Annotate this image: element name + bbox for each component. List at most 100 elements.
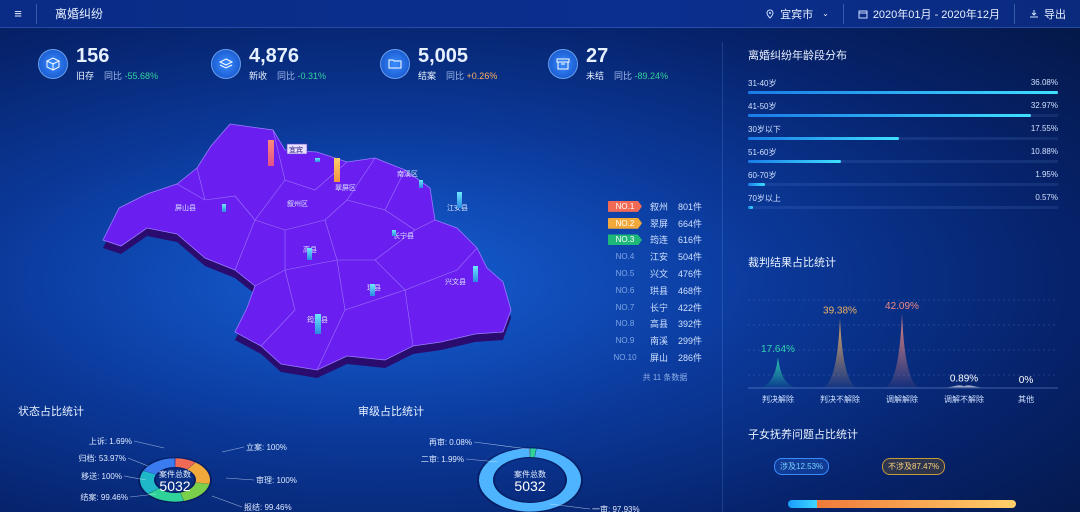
- rank-count: 504件: [678, 252, 703, 263]
- age-percent: 0.57%: [1035, 193, 1058, 202]
- rank-count: 476件: [678, 269, 703, 280]
- donut-segment: [140, 470, 160, 494]
- kpi-label: 未结: [586, 71, 605, 81]
- age-row: 60-70岁 1.95%: [748, 170, 1058, 193]
- map-bar: [392, 230, 396, 236]
- peak-value-label: 17.64%: [761, 344, 795, 355]
- top-bar: ≡ 离婚纠纷 宜宾市 ⌄ 2020年01月 - 2020年12月 导出: [0, 0, 1080, 28]
- age-label: 70岁以上: [748, 194, 781, 203]
- rank-name: 长宁: [650, 302, 669, 313]
- folder-icon: [380, 48, 410, 79]
- child-ratio-bar: [788, 500, 1016, 508]
- status-donut-chart: 案件总数5032上诉: 1.69%归档: 53.97%移送: 100%结案: 9…: [78, 436, 296, 512]
- kpi-compare-label: 同比: [446, 71, 465, 81]
- kpi-compare-value: +0.26%: [466, 71, 498, 81]
- category-label: 调解解除: [886, 394, 918, 404]
- rank-count: 616件: [678, 235, 703, 246]
- age-section-title: 离婚纠纷年龄段分布: [748, 50, 847, 62]
- rank-name: 翠屏: [650, 218, 669, 229]
- map-bar: [307, 248, 312, 260]
- age-bar-fill: [748, 206, 753, 209]
- kpi-compare-value: -55.68%: [124, 71, 159, 81]
- map-bar: [473, 266, 478, 282]
- age-percent: 17.55%: [1030, 124, 1058, 133]
- rank-name: 南溪: [650, 336, 669, 347]
- level-donut-chart: 案件总数5032再审: 0.08%二审: 1.99%一审: 97.93%: [421, 437, 640, 512]
- result-peak: [822, 318, 858, 388]
- leader-line: [127, 457, 149, 467]
- peak-value-label: 42.09%: [885, 301, 919, 312]
- ranking-row: NO.4 江安 504件: [608, 248, 708, 265]
- donut-legend-label: 立案: 100%: [246, 442, 287, 452]
- ranking-row: NO.7 长宁 422件: [608, 299, 708, 316]
- age-row: 30岁以下 17.55%: [748, 124, 1058, 147]
- region-map[interactable]: 屏山县 叙州区 翠屏区 南溪区 江安县 长宁县 高县 珙县 兴文县 筠连县 宜宾: [85, 110, 525, 380]
- map-bar: [370, 284, 375, 296]
- age-row: 31-40岁 36.08%: [748, 78, 1058, 101]
- result-peak: [946, 385, 982, 388]
- involved-bar-segment: [788, 500, 817, 508]
- ranking-row: NO.1 叙州 801件: [608, 198, 708, 215]
- ranking-row: NO.5 兴文 476件: [608, 265, 708, 282]
- rank-name: 江安: [650, 252, 669, 263]
- kpi-compare-value: -0.31%: [297, 71, 327, 81]
- kpi-compare-label: 同比: [277, 71, 296, 81]
- age-label: 31-40岁: [748, 79, 777, 88]
- ranking-row: NO.9 南溪 299件: [608, 332, 708, 349]
- involved-pill: 涉及12.53%: [774, 458, 830, 475]
- age-bar-track: [748, 183, 1058, 186]
- peak-value-label: 39.38%: [823, 306, 857, 317]
- calendar-icon: [858, 10, 868, 18]
- date-range-value: 2020年01月 - 2020年12月: [872, 8, 1000, 21]
- age-row: 41-50岁 32.97%: [748, 101, 1058, 124]
- kpi-compare-label: 同比: [614, 71, 633, 81]
- rank-name: 珙县: [650, 285, 669, 296]
- not-involved-pill: 不涉及87.47%: [882, 458, 946, 475]
- donut-legend-label: 归档: 53.97%: [78, 453, 126, 463]
- not-involved-bar-segment: [816, 500, 1016, 508]
- age-bar-fill: [748, 114, 1032, 117]
- judge-section-title: 裁判结果占比统计: [748, 257, 836, 269]
- map-bar: [315, 314, 321, 334]
- menu-icon[interactable]: ≡: [0, 6, 36, 21]
- kpi-label: 新收: [249, 71, 268, 81]
- rank-number: NO.9: [615, 336, 635, 346]
- page-title: 离婚纠纷: [55, 7, 104, 21]
- rank-number: NO.3: [608, 234, 642, 246]
- rank-count: 422件: [678, 302, 703, 313]
- age-bar-track: [748, 114, 1058, 117]
- county-label: 叙州区: [287, 199, 308, 208]
- kpi-value: 4,876: [249, 45, 300, 67]
- leader-line: [473, 441, 529, 450]
- rank-name: 屏山: [650, 353, 669, 364]
- donut-legend-label: 一审: 97.93%: [592, 504, 640, 512]
- map-bar: [268, 140, 274, 166]
- age-bar-track: [748, 206, 1058, 209]
- archive-box-icon: [548, 48, 578, 79]
- city-marker-label: 宜宾: [289, 145, 303, 154]
- date-range-picker[interactable]: 2020年01月 - 2020年12月: [844, 6, 1014, 22]
- category-label: 其他: [1018, 394, 1034, 404]
- age-bar-fill: [748, 183, 765, 186]
- county-label: 南溪区: [397, 169, 418, 178]
- peak-value-label: 0.89%: [950, 373, 978, 384]
- age-row: 70岁以上 0.57%: [748, 193, 1058, 216]
- kpi-label: 旧存: [76, 71, 95, 81]
- leader-line: [225, 477, 255, 481]
- donut-legend-label: 结案: 99.46%: [80, 492, 128, 502]
- child-section-title: 子女抚养问题占比统计: [748, 429, 858, 441]
- donut-center-value: 5032: [514, 478, 545, 494]
- layers-icon: [211, 48, 241, 79]
- rank-number: NO.7: [615, 302, 635, 312]
- ranking-row: NO.2 翠屏 664件: [608, 215, 708, 232]
- city-selector[interactable]: 宜宾市 ⌄: [751, 6, 843, 22]
- age-bar-track: [748, 137, 1058, 140]
- level-section-title: 审级占比统计: [358, 406, 424, 418]
- map-bar: [419, 180, 423, 188]
- age-percent: 1.95%: [1035, 170, 1058, 179]
- export-button[interactable]: 导出: [1015, 6, 1080, 22]
- kpi-value: 5,005: [418, 45, 469, 67]
- rank-number: NO.5: [615, 269, 635, 279]
- panel-divider: [722, 42, 723, 512]
- county-label: 兴文县: [445, 277, 466, 286]
